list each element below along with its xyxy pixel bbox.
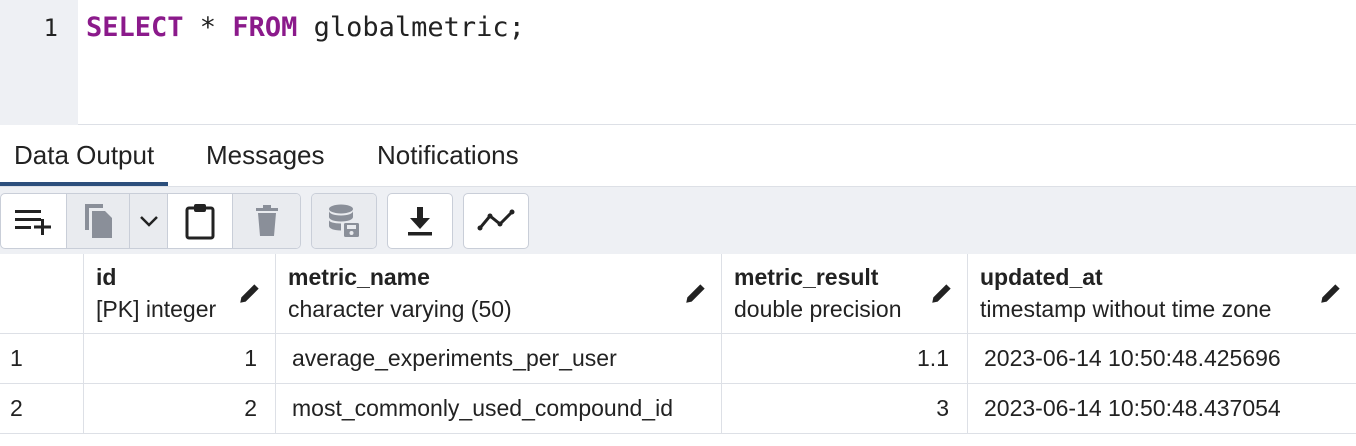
column-header-metric-result[interactable]: metric_result double precision bbox=[722, 254, 968, 333]
paste-icon bbox=[185, 204, 215, 240]
column-type: timestamp without time zone bbox=[980, 296, 1272, 322]
tab-messages[interactable]: Messages bbox=[206, 126, 325, 186]
sql-keyword-select: SELECT bbox=[86, 12, 184, 43]
cell-updated-at[interactable]: 2023-06-14 10:50:48.425696 bbox=[968, 334, 1356, 383]
delete-icon bbox=[255, 205, 278, 236]
cell-updated-at[interactable]: 2023-06-14 10:50:48.437054 bbox=[968, 384, 1356, 433]
line-number-gutter: 1 bbox=[0, 0, 78, 125]
edit-button-group bbox=[0, 193, 301, 249]
copy-options-dropdown[interactable] bbox=[130, 194, 168, 248]
cell-value: most_commonly_used_compound_id bbox=[292, 395, 673, 421]
pencil-icon[interactable] bbox=[1318, 280, 1344, 306]
grid-header-row: id [PK] integer metric_name character va… bbox=[0, 254, 1356, 334]
save-button-group bbox=[311, 193, 377, 249]
cell-metric-result[interactable]: 3 bbox=[722, 384, 968, 433]
chevron-down-icon bbox=[139, 216, 158, 227]
cell-value: average_experiments_per_user bbox=[292, 345, 617, 371]
cell-metric-result[interactable]: 1.1 bbox=[722, 334, 968, 383]
tab-label: Messages bbox=[206, 140, 325, 170]
column-type: character varying (50) bbox=[288, 296, 512, 322]
row-number-header[interactable] bbox=[0, 254, 84, 333]
row-number-cell[interactable]: 1 bbox=[0, 334, 84, 383]
download-icon bbox=[408, 207, 432, 236]
cell-value: 2 bbox=[244, 395, 257, 421]
cell-id[interactable]: 1 bbox=[84, 334, 276, 383]
column-header-metric-name[interactable]: metric_name character varying (50) bbox=[276, 254, 722, 333]
column-name: id bbox=[96, 264, 117, 290]
pencil-icon[interactable] bbox=[237, 280, 263, 306]
add-row-button[interactable] bbox=[1, 194, 67, 248]
cell-metric-name[interactable]: average_experiments_per_user bbox=[276, 334, 722, 383]
add-row-icon bbox=[15, 210, 52, 235]
save-data-icon bbox=[329, 204, 359, 237]
cell-value: 1.1 bbox=[917, 345, 949, 371]
column-type: double precision bbox=[734, 296, 902, 322]
paste-button[interactable] bbox=[168, 194, 234, 248]
graph-visualiser-button[interactable] bbox=[464, 194, 528, 248]
cell-value: 1 bbox=[244, 345, 257, 371]
download-button-group bbox=[387, 193, 453, 249]
tab-data-output[interactable]: Data Output bbox=[0, 126, 169, 186]
sql-code-line[interactable]: SELECT * FROM globalmetric; bbox=[86, 12, 525, 43]
download-button[interactable] bbox=[388, 194, 452, 248]
column-header-id[interactable]: id [PK] integer bbox=[84, 254, 276, 333]
tab-label: Notifications bbox=[377, 140, 519, 170]
tab-notifications[interactable]: Notifications bbox=[377, 126, 519, 186]
output-tabs: Data Output Messages Notifications bbox=[0, 126, 1356, 186]
copy-button[interactable] bbox=[66, 194, 131, 248]
row-number: 2 bbox=[10, 395, 23, 421]
column-name: metric_result bbox=[734, 264, 879, 290]
table-row[interactable]: 2 2 most_commonly_used_compound_id 3 202… bbox=[0, 384, 1356, 434]
pencil-icon[interactable] bbox=[929, 280, 955, 306]
cell-id[interactable]: 2 bbox=[84, 384, 276, 433]
column-name: metric_name bbox=[288, 264, 430, 290]
row-number: 1 bbox=[10, 345, 23, 371]
query-editor[interactable]: 1 SELECT * FROM globalmetric; bbox=[0, 0, 1356, 125]
delete-button[interactable] bbox=[233, 194, 300, 248]
cell-metric-name[interactable]: most_commonly_used_compound_id bbox=[276, 384, 722, 433]
cell-value: 3 bbox=[936, 395, 949, 421]
column-type: [PK] integer bbox=[96, 296, 217, 322]
table-row[interactable]: 1 1 average_experiments_per_user 1.1 202… bbox=[0, 334, 1356, 384]
column-name: updated_at bbox=[980, 264, 1103, 290]
graph-button-group bbox=[463, 193, 529, 249]
copy-icon bbox=[84, 204, 112, 238]
tab-label: Data Output bbox=[14, 140, 155, 170]
data-output-toolbar bbox=[0, 186, 1356, 254]
pencil-icon[interactable] bbox=[683, 280, 709, 306]
cell-value: 2023-06-14 10:50:48.425696 bbox=[984, 345, 1281, 371]
sql-keyword-from: FROM bbox=[232, 12, 298, 43]
cell-value: 2023-06-14 10:50:48.437054 bbox=[984, 395, 1281, 421]
column-header-updated-at[interactable]: updated_at timestamp without time zone bbox=[968, 254, 1356, 333]
graph-icon bbox=[477, 209, 515, 231]
sql-star: * bbox=[183, 12, 233, 43]
save-data-button[interactable] bbox=[312, 194, 376, 248]
row-number-cell[interactable]: 2 bbox=[0, 384, 84, 433]
line-number: 1 bbox=[43, 14, 58, 42]
sql-table-name: globalmetric; bbox=[297, 12, 525, 43]
